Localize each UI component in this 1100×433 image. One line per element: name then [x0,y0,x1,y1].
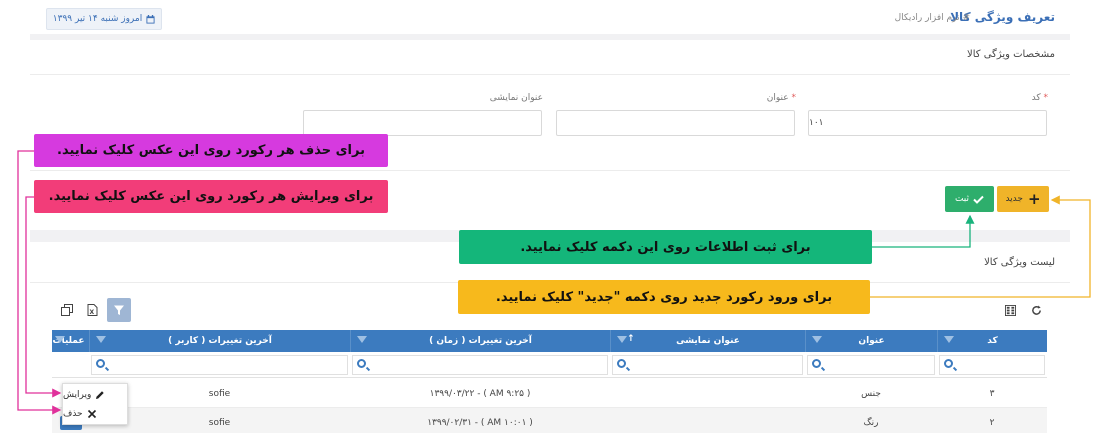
delete-hint-arrow [17,150,62,415]
new-record-hint-arrow [870,195,1091,298]
edit-hint-arrow [25,196,62,398]
save-hint-arrow [872,214,975,248]
annotation-arrows [17,150,1091,415]
